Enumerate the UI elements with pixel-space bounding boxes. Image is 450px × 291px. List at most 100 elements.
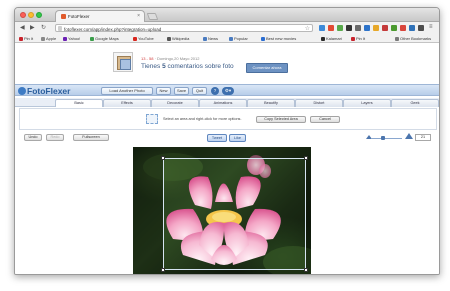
extension-icon[interactable]	[409, 25, 415, 31]
bookmark-item[interactable]: Best new movies	[261, 35, 296, 42]
comments-text: Tienes 5 comentarios sobre foto	[141, 63, 234, 70]
wrench-menu-icon[interactable]: ≡	[429, 24, 435, 31]
extension-icon[interactable]	[400, 25, 406, 31]
extension-icon[interactable]	[373, 25, 379, 31]
apple-icon	[41, 36, 45, 41]
close-window-button[interactable]	[20, 12, 26, 18]
forward-icon[interactable]: ▶	[30, 24, 35, 32]
fotoflexer-header: FotoFlexer Load Another Photo New Save Q…	[15, 84, 439, 96]
undo-button[interactable]: Undo	[24, 134, 42, 141]
tab-animations[interactable]: Animations	[199, 99, 247, 107]
tab-decorate[interactable]: Decorate	[151, 99, 199, 107]
pin-icon	[351, 36, 355, 41]
comments-prefix: Tienes	[141, 63, 163, 70]
youtube-icon	[133, 36, 137, 41]
new-button[interactable]: New	[156, 87, 171, 95]
save-button[interactable]: Save	[174, 87, 189, 95]
bookmark-item[interactable]: News	[203, 35, 218, 42]
bookmark-item[interactable]: Yahoo!	[63, 35, 80, 42]
fullscreen-button[interactable]: Fullscreen	[73, 134, 109, 141]
tab-strip: FotoFlexer ×	[15, 8, 439, 22]
extension-icon[interactable]	[382, 25, 388, 31]
crop-handle[interactable]	[161, 156, 165, 160]
thumbnail-front	[120, 59, 131, 70]
browser-tab[interactable]: FotoFlexer ×	[55, 10, 145, 22]
bookmark-item[interactable]: Apple	[41, 35, 56, 42]
selection-instructions: Select an area and right-click for more …	[163, 117, 242, 121]
date-time: 13 - 58	[141, 56, 154, 61]
banner-date: 13 - 58 · Domingo,20 Mayo 2012	[141, 56, 199, 61]
address-bar[interactable]: fotoflexer.com/app/index.php?integration…	[55, 24, 313, 32]
page-content: 13 - 58 · Domingo,20 Mayo 2012 Tienes 5 …	[15, 43, 439, 274]
bookmark-item[interactable]: Google Maps	[90, 35, 119, 42]
selection-panel: Select an area and right-click for more …	[19, 108, 437, 130]
browser-toolbar: ◀ ▶ ↻ fotoflexer.com/app/index.php?integ…	[15, 22, 439, 34]
tab-geek[interactable]: Geek	[391, 99, 439, 107]
tab-title: FotoFlexer	[68, 14, 90, 19]
like-button[interactable]: Like	[229, 134, 246, 142]
bookmark-item[interactable]: Kalamari	[321, 35, 342, 42]
new-tab-button[interactable]	[146, 13, 159, 20]
back-icon[interactable]: ◀	[20, 24, 25, 32]
tab-basic[interactable]: Basic	[55, 99, 103, 107]
bookmark-item[interactable]: Pin It	[351, 35, 365, 42]
redo-button[interactable]: Redo	[46, 134, 64, 141]
kalamari-icon	[321, 36, 325, 41]
cancel-button[interactable]: Cancel	[310, 116, 340, 123]
maximize-window-button[interactable]	[36, 12, 42, 18]
reload-icon[interactable]: ↻	[41, 24, 46, 32]
zoom-value[interactable]: 21	[415, 134, 431, 141]
help-button[interactable]: ?	[211, 87, 219, 95]
tab-close-icon[interactable]: ×	[137, 13, 140, 19]
page-icon	[58, 26, 62, 31]
extension-icon[interactable]	[346, 25, 352, 31]
settings-gear-icon[interactable]: ⚙▾	[222, 87, 234, 95]
crop-selection[interactable]	[161, 156, 308, 272]
extension-icon[interactable]	[328, 25, 334, 31]
pin-icon	[19, 36, 23, 41]
fotoflexer-favicon-icon	[61, 14, 66, 19]
tab-layers[interactable]: Layers	[343, 99, 391, 107]
tweet-button[interactable]: Tweet	[207, 134, 227, 142]
minimize-window-button[interactable]	[28, 12, 34, 18]
wikipedia-icon	[167, 36, 171, 41]
crop-handle[interactable]	[161, 268, 165, 272]
tab-beautify[interactable]: Beautify	[247, 99, 295, 107]
extension-icon[interactable]	[319, 25, 325, 31]
zoom-slider[interactable]	[372, 138, 402, 139]
photo-canvas[interactable]	[133, 147, 311, 274]
movies-icon	[261, 36, 265, 41]
notification-banner: 13 - 58 · Domingo,20 Mayo 2012 Tienes 5 …	[15, 43, 439, 83]
zoom-in-icon[interactable]	[405, 133, 413, 139]
bookmark-star-icon[interactable]: ☆	[305, 25, 310, 32]
extension-icon[interactable]	[391, 25, 397, 31]
address-url: fotoflexer.com/app/index.php?integration…	[64, 26, 162, 32]
comment-now-button[interactable]: Comentar ahora	[246, 63, 288, 73]
bookmark-item[interactable]: Other Bookmarks	[395, 35, 431, 42]
bookmarks-bar: Pin It Apple Yahoo! Google Maps YouTube …	[15, 34, 439, 43]
tab-effects[interactable]: Effects	[103, 99, 151, 107]
photo-thumbnail[interactable]	[113, 52, 133, 72]
quit-button[interactable]: Quit	[192, 87, 207, 95]
crop-handle[interactable]	[304, 156, 308, 160]
logo-mark-icon	[18, 87, 26, 95]
extension-icon[interactable]	[337, 25, 343, 31]
news-icon	[203, 36, 207, 41]
bookmark-item[interactable]: Pin It	[19, 35, 33, 42]
date-text: · Domingo,20 Mayo 2012	[153, 56, 200, 61]
tab-distort[interactable]: Distort	[295, 99, 343, 107]
comments-suffix: comentarios sobre foto	[165, 63, 234, 70]
extension-icon[interactable]	[355, 25, 361, 31]
bookmark-item[interactable]: YouTube	[133, 35, 154, 42]
tool-tabs: Basic Effects Decorate Animations Beauti…	[15, 98, 439, 107]
zoom-slider-handle[interactable]	[381, 136, 385, 140]
bookmark-item[interactable]: Popular	[229, 35, 248, 42]
copy-selected-area-button[interactable]: Copy Selected Area	[256, 116, 306, 123]
bookmark-item[interactable]: Wikipedia	[167, 35, 189, 42]
maps-icon	[90, 36, 94, 41]
load-another-photo-button[interactable]: Load Another Photo	[101, 87, 153, 95]
crop-handle[interactable]	[304, 268, 308, 272]
extension-icon[interactable]	[364, 25, 370, 31]
extension-icon[interactable]	[418, 25, 424, 31]
browser-window: FotoFlexer × ◀ ▶ ↻ fotoflexer.com/app/in…	[14, 7, 440, 275]
